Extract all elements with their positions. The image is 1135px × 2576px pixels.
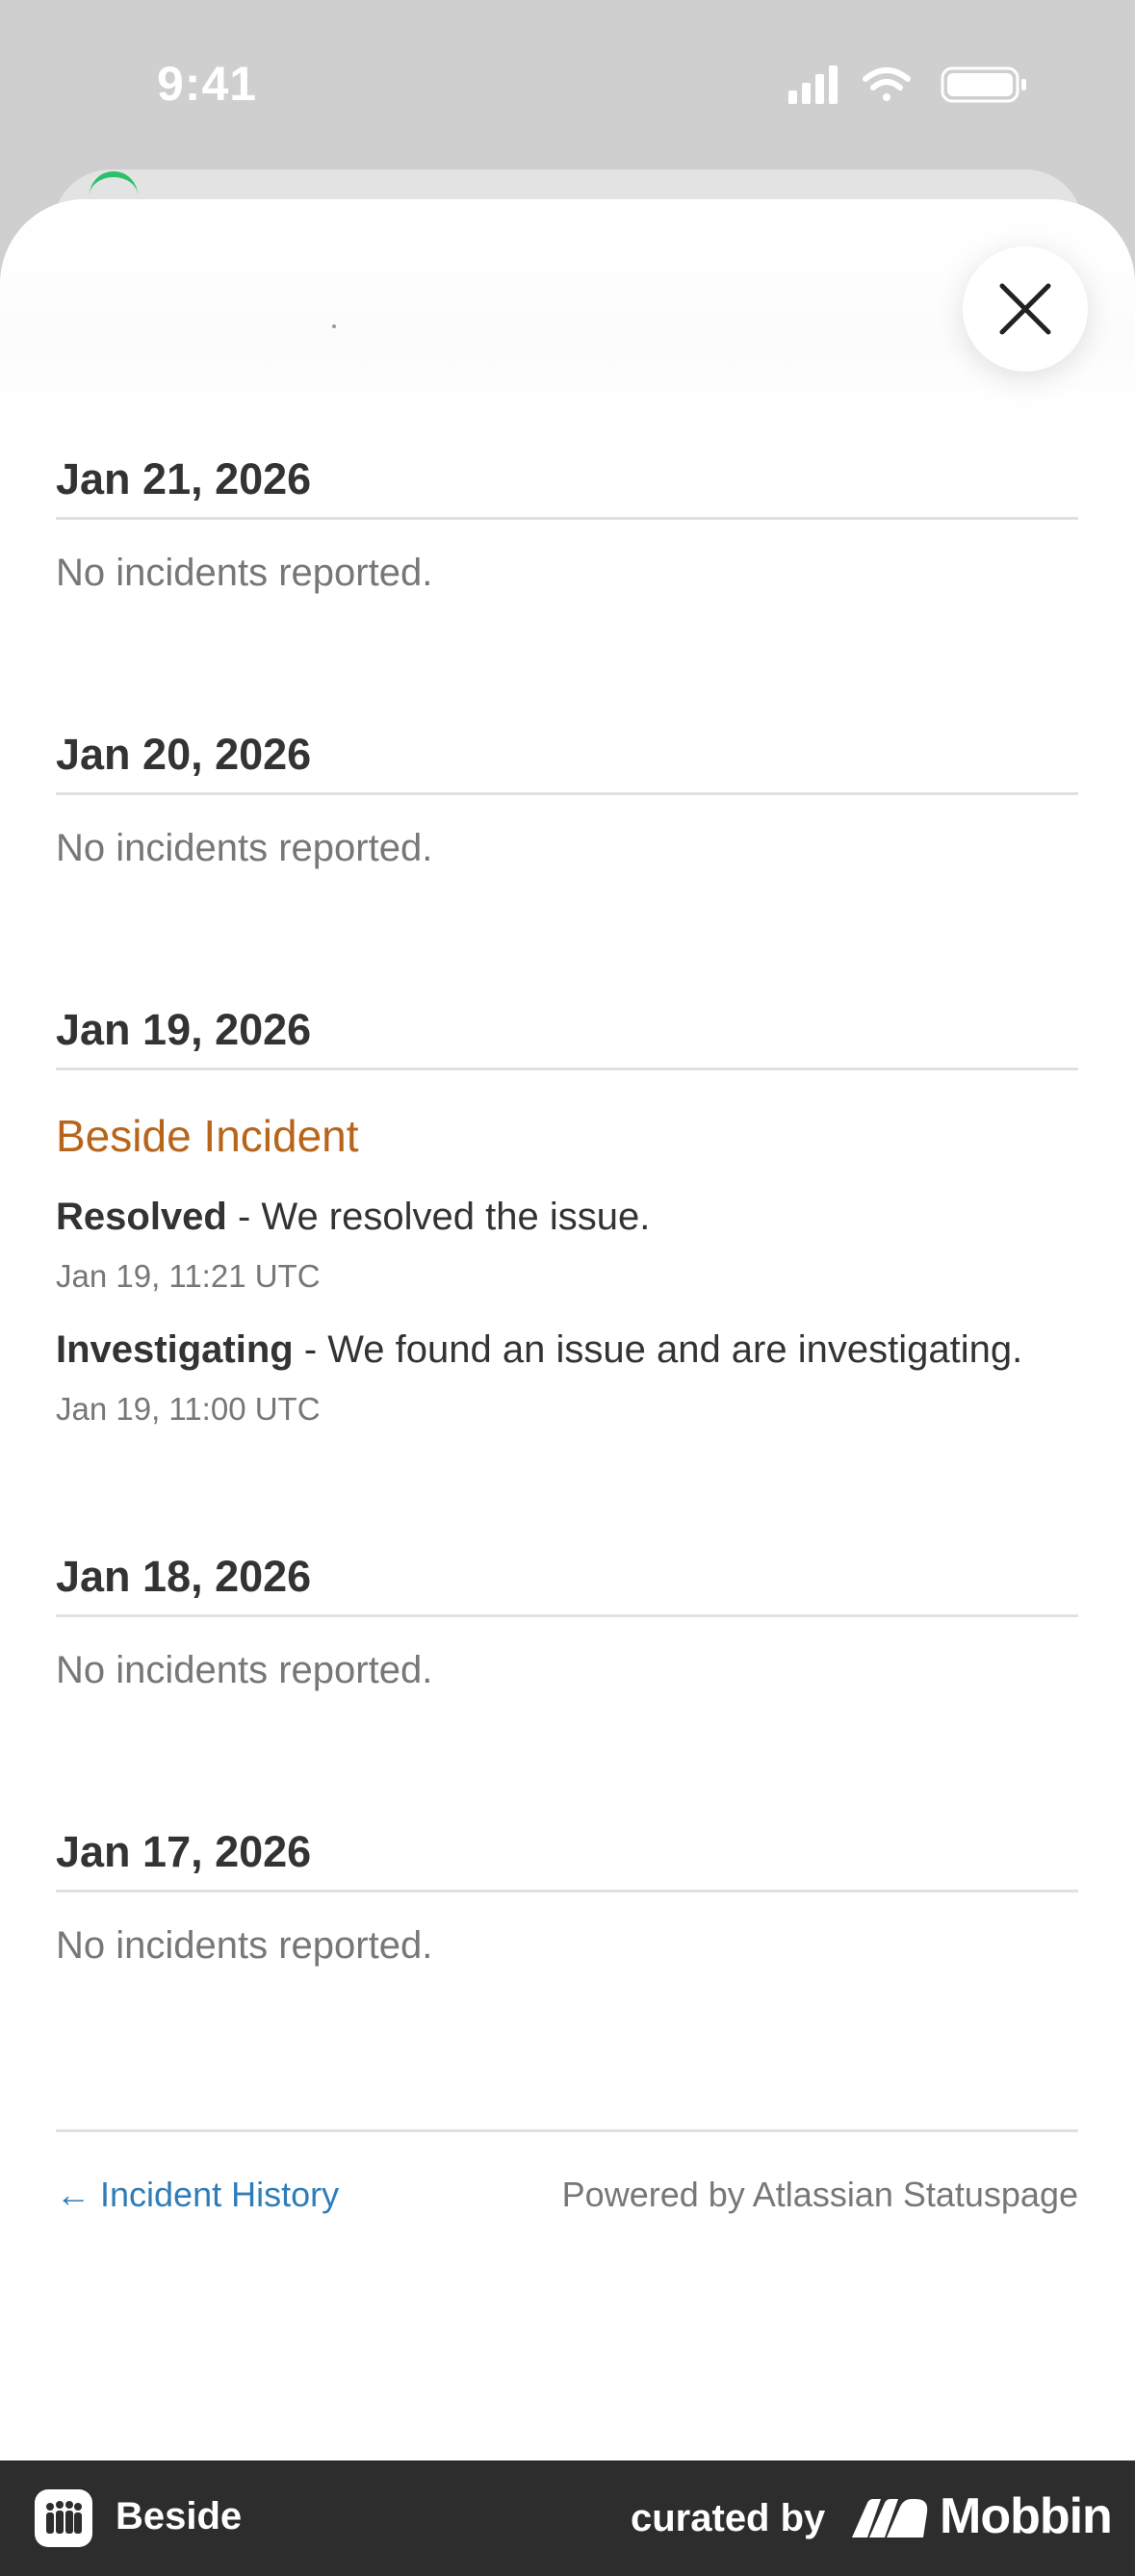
day-date: Jan 20, 2026 (56, 717, 1078, 795)
update-message: - We found an issue and are investigatin… (293, 1328, 1023, 1371)
incident-days-list: Jan 21, 2026 No incidents reported. Jan … (56, 442, 1078, 1970)
incident-update: Resolved - We resolved the issue. (56, 1190, 1078, 1244)
incident-title-link[interactable]: Beside Incident (56, 1107, 1078, 1165)
update-message: - We resolved the issue. (226, 1196, 651, 1238)
status-icons (788, 65, 1026, 104)
day-section: Jan 20, 2026 No incidents reported. (56, 717, 1078, 992)
no-incidents-text: No incidents reported. (56, 1649, 433, 1691)
header-dot (332, 324, 336, 328)
no-incidents-text: No incidents reported. (56, 1924, 433, 1967)
day-section: Jan 18, 2026 No incidents reported. (56, 1539, 1078, 1815)
no-incidents-text: No incidents reported. (56, 827, 433, 869)
day-section: Jan 21, 2026 No incidents reported. (56, 442, 1078, 717)
update-time: Jan 19, 11:21 UTC (56, 1258, 321, 1294)
incident-history-link[interactable]: ← Incident History (56, 2175, 339, 2215)
no-incidents-text: No incidents reported. (56, 552, 433, 594)
app-icon (35, 2489, 92, 2547)
close-icon (999, 283, 1051, 335)
day-date: Jan 18, 2026 (56, 1539, 1078, 1617)
wifi-icon (863, 67, 911, 101)
curated-by-label: curated by (631, 2497, 826, 2539)
day-date: Jan 21, 2026 (56, 442, 1078, 520)
mobbin-brand: Mobbin (940, 2488, 1113, 2544)
app-name: Beside (116, 2495, 243, 2537)
mobbin-logo-icon (852, 2499, 928, 2537)
incident-update: Investigating - We found an issue and ar… (56, 1323, 1078, 1377)
powered-by-link[interactable]: Powered by Atlassian Statuspage (562, 2175, 1078, 2215)
update-status: Resolved (56, 1196, 227, 1238)
update-status: Investigating (56, 1328, 294, 1371)
close-button[interactable] (963, 246, 1088, 372)
signal-icon (788, 65, 838, 104)
day-date: Jan 19, 2026 (56, 992, 1078, 1070)
day-date: Jan 17, 2026 (56, 1815, 1078, 1893)
status-time: 9:41 (157, 57, 258, 111)
update-time: Jan 19, 11:00 UTC (56, 1391, 321, 1427)
page-footer: ← Incident History Powered by Atlassian … (56, 2129, 1078, 2228)
day-section: Jan 17, 2026 No incidents reported. (56, 1815, 1078, 1970)
battery-icon (941, 66, 1026, 103)
attribution-bar: Beside curated by Mobbin (0, 2460, 1135, 2576)
people-group-icon (46, 2501, 82, 2534)
day-section: Jan 19, 2026 Beside Incident Resolved - … (56, 992, 1078, 1539)
status-bar: 9:41 (0, 0, 1135, 173)
